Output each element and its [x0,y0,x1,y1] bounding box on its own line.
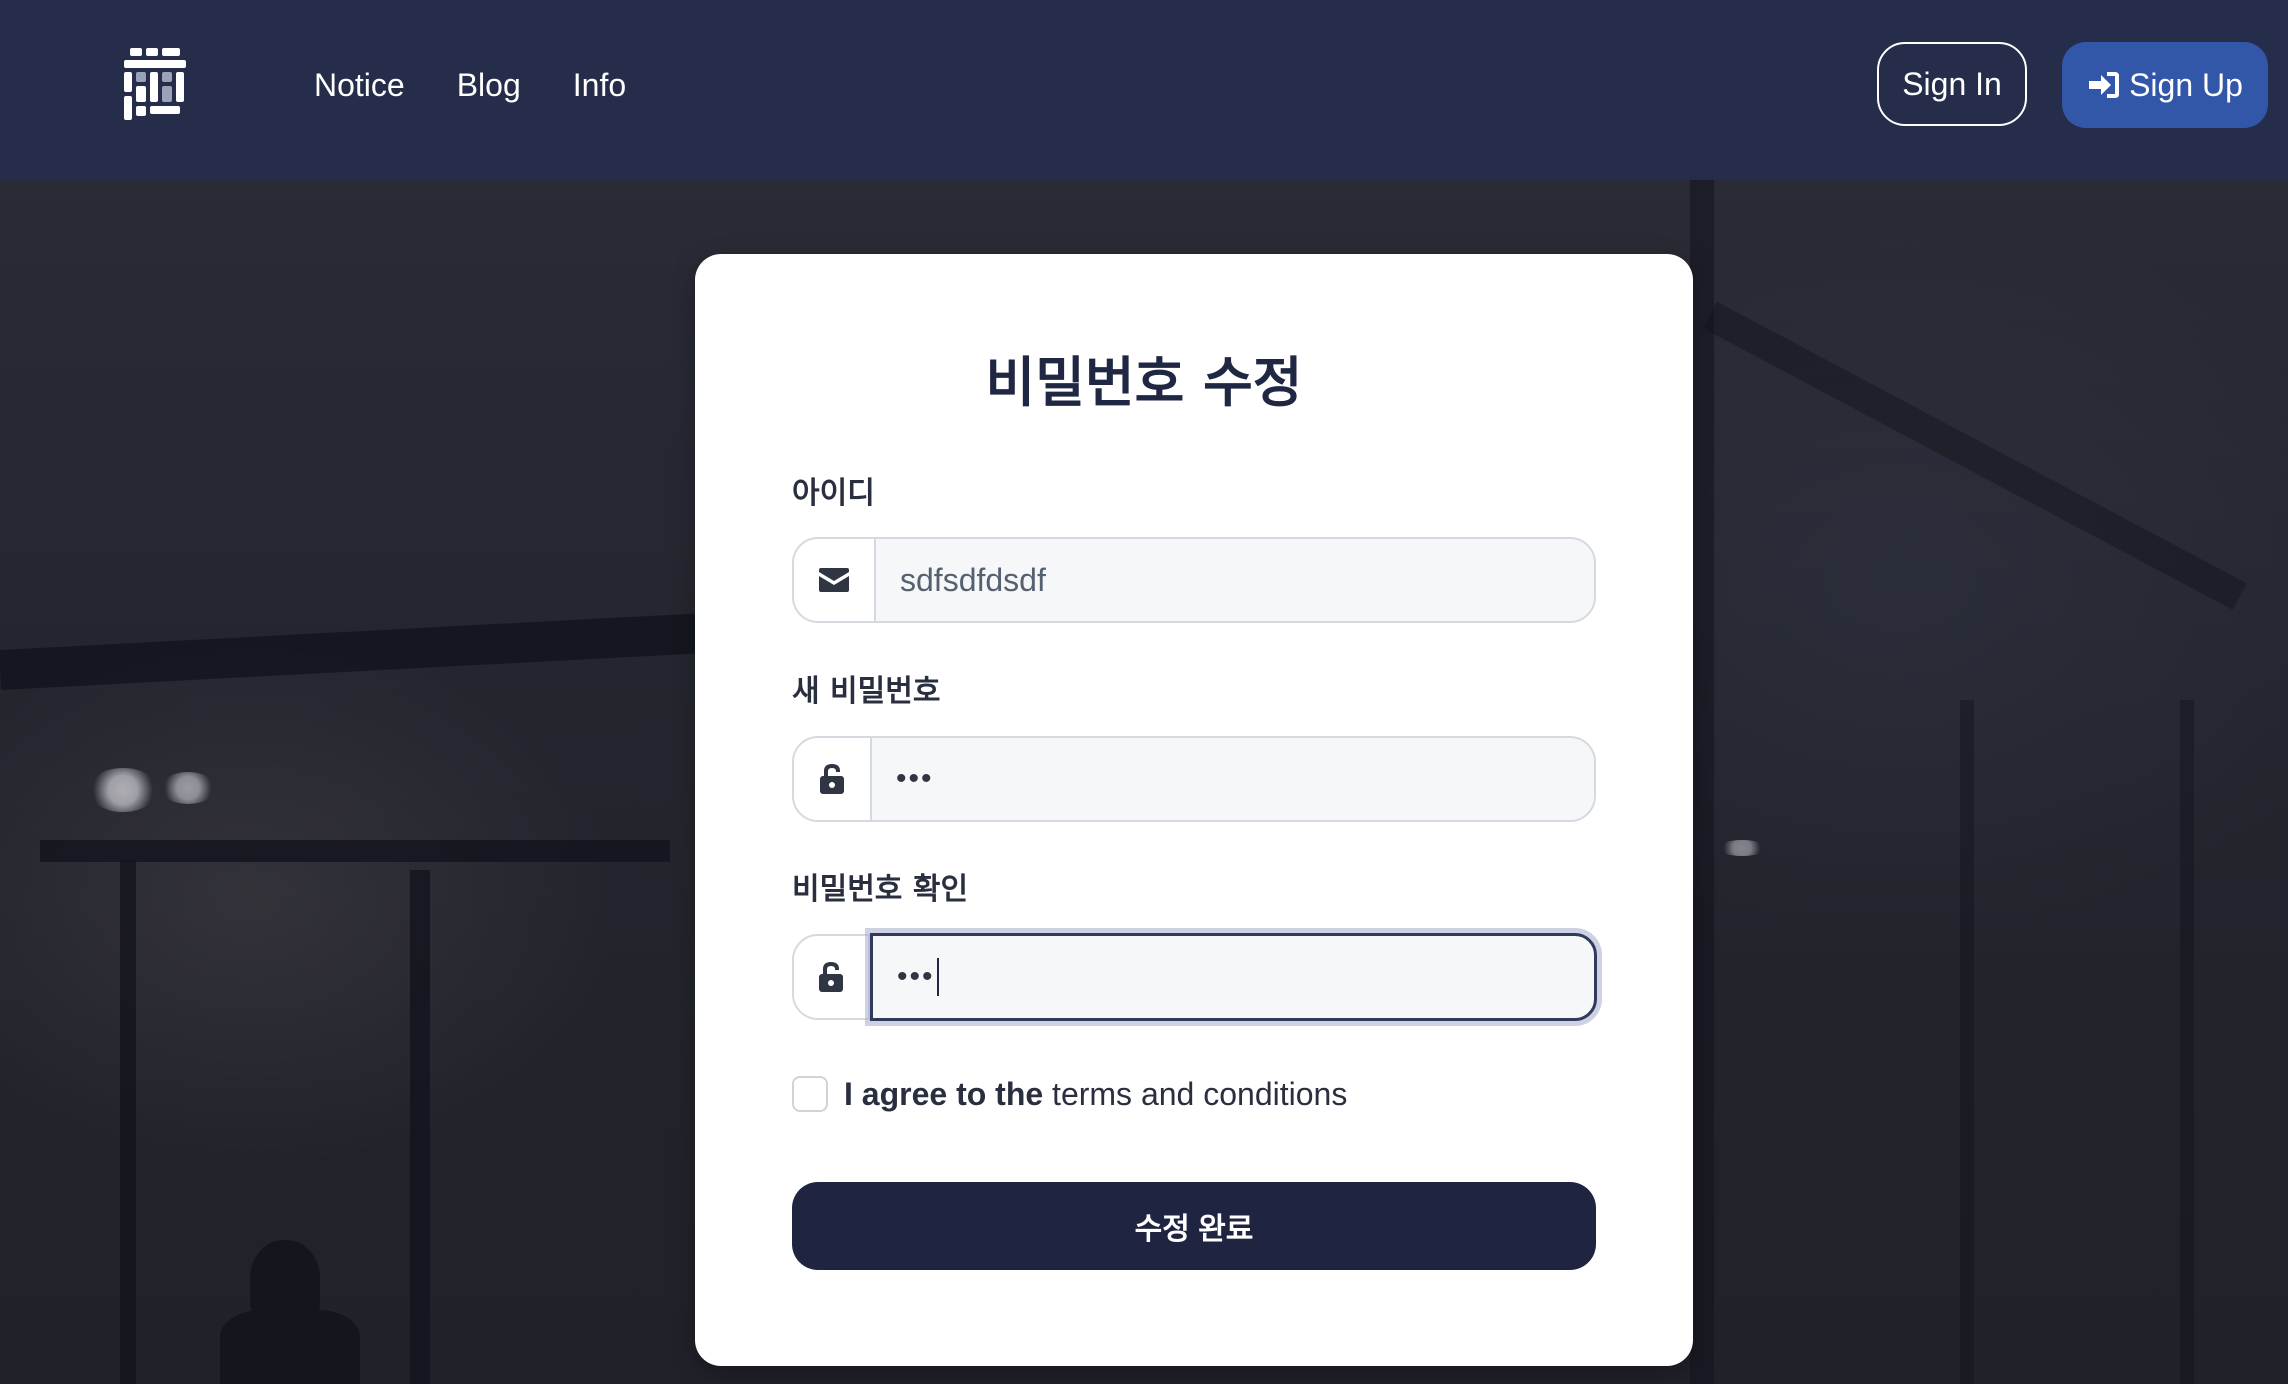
window-frame [120,860,136,1384]
brand-logo-icon[interactable] [124,46,186,122]
id-label: 아이디 [792,476,875,511]
window-frame [2180,700,2194,1384]
unlock-icon [820,764,844,794]
ceiling-lamp [160,772,216,804]
new-password-addon [794,738,872,820]
sign-in-button[interactable]: Sign In [1877,42,2027,126]
sign-up-label: Sign Up [2129,66,2243,103]
person-silhouette [250,1240,320,1320]
window-frame [410,870,430,1384]
id-addon [794,539,876,621]
envelope-icon [819,568,849,592]
ceiling-beam [0,613,701,690]
nav-item-info[interactable]: Info [573,67,626,104]
terms-link[interactable]: terms and conditions [1052,1076,1347,1112]
confirm-password-input-group: ••• [792,933,1597,1021]
ceiling-beam [40,840,670,862]
terms-checkbox[interactable] [792,1076,828,1112]
confirm-password-addon [794,936,870,1018]
ceiling-lamp [88,768,158,812]
text-caret [936,958,939,996]
agree-prefix: I agree to the [844,1076,1044,1112]
password-mask: ••• [896,762,934,795]
confirm-password-input[interactable]: ••• [870,933,1597,1021]
main-nav: Notice Blog Info [314,60,626,110]
person-silhouette [220,1310,360,1384]
window-frame [1960,700,1974,1384]
nav-item-blog[interactable]: Blog [457,67,521,104]
confirm-password-label: 비밀번호 확인 [792,872,969,907]
id-input-group: sdfsdfdsdf [792,537,1596,623]
page-title: 비밀번호 수정 [985,351,1303,414]
sign-in-arrow-icon [2089,72,2120,98]
password-mask: ••• [897,960,935,993]
unlock-icon [819,962,843,992]
new-password-input[interactable]: ••• [872,738,1594,820]
ceiling-lamp [1718,840,1766,856]
top-navbar: Notice Blog Info Sign In Sign Up [0,0,2288,180]
sign-up-button[interactable]: Sign Up [2062,42,2268,128]
terms-agreement-text: I agree to the terms and conditions [844,1074,1347,1114]
nav-item-notice[interactable]: Notice [314,67,405,104]
new-password-input-group: ••• [792,736,1596,822]
id-input[interactable]: sdfsdfdsdf [876,539,1594,621]
submit-button[interactable]: 수정 완료 [792,1182,1596,1270]
new-password-label: 새 비밀번호 [792,674,941,709]
